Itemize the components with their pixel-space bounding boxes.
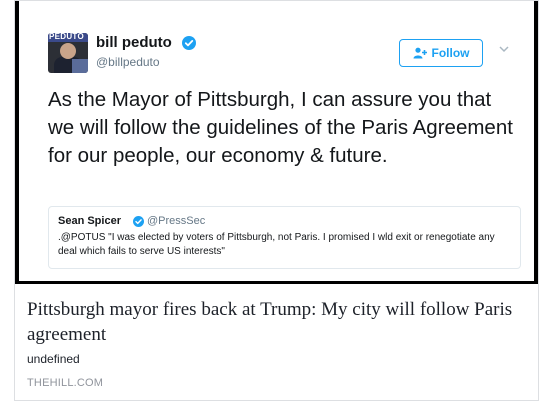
quoted-tweet: Sean Spicer @PressSec .@POTUS "I was ele… (48, 206, 521, 269)
avatar: PEDUTO (48, 33, 88, 73)
follow-label: Follow (431, 46, 470, 60)
verified-badge-icon (133, 216, 144, 227)
embedded-tweet: PEDUTO bill peduto @billpeduto Follow As… (19, 1, 534, 281)
link-description: undefined (27, 352, 80, 366)
quoted-author-name: Sean Spicer (58, 215, 121, 227)
link-preview-card[interactable]: PEDUTO bill peduto @billpeduto Follow As… (14, 0, 539, 401)
add-user-icon (413, 47, 427, 59)
author-handle: @billpeduto (96, 55, 160, 69)
preview-image[interactable]: PEDUTO bill peduto @billpeduto Follow As… (15, 1, 538, 284)
avatar-banner-text: PEDUTO (49, 33, 84, 41)
link-domain: THEHILL.COM (27, 377, 104, 389)
chevron-down-icon[interactable] (498, 44, 510, 54)
quoted-tweet-text: .@POTUS "I was elected by voters of Pitt… (58, 232, 495, 257)
link-headline[interactable]: Pittsburgh mayor fires back at Trump: My… (27, 297, 522, 347)
tweet-text: As the Mayor of Pittsburgh, I can assure… (48, 88, 513, 167)
quoted-author-handle: @PressSec (147, 215, 206, 227)
follow-button[interactable]: Follow (399, 39, 483, 67)
author-name: bill peduto (96, 34, 172, 51)
verified-badge-icon (182, 36, 196, 50)
